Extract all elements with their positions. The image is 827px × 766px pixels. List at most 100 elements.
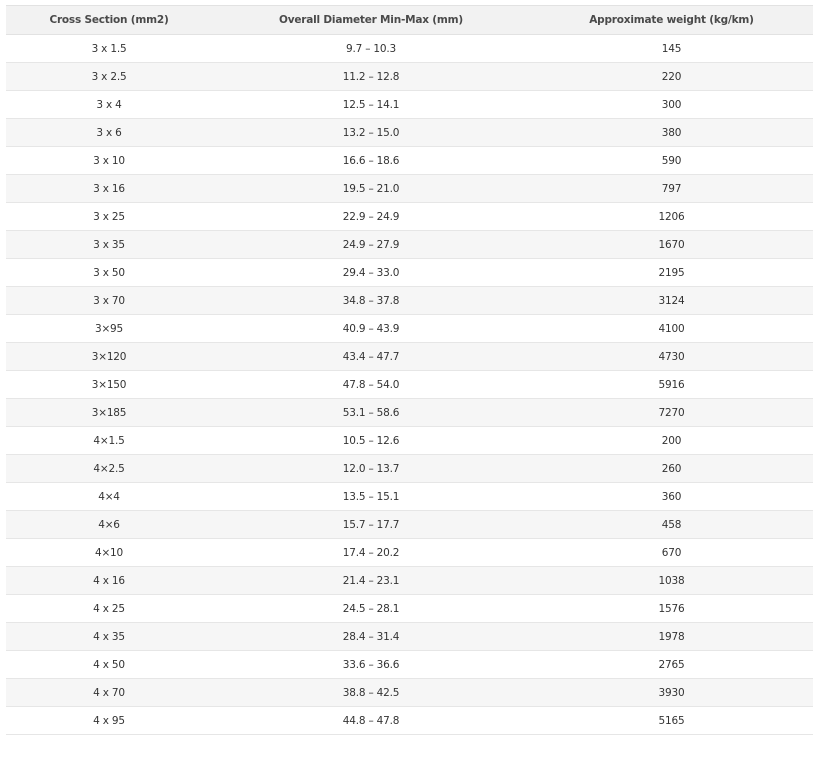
header-approximate-weight: Approximate weight (kg/km): [530, 5, 813, 35]
table-row: 3 x 10 16.6 – 18.6 590: [6, 146, 813, 175]
cross-section-cell: 3 x 2.5: [6, 62, 212, 91]
cross-section-cell: 4×4: [6, 482, 212, 511]
approximate-weight-cell: 1206: [530, 202, 813, 231]
cross-section-cell: 4×2.5: [6, 454, 212, 483]
cross-section-cell: 3×185: [6, 398, 212, 427]
cross-section-cell: 3×95: [6, 314, 212, 343]
cross-section-cell: 3 x 4: [6, 90, 212, 119]
table-row: 4×2.5 12.0 – 13.7 260: [6, 454, 813, 483]
header-overall-diameter: Overall Diameter Min-Max (mm): [212, 5, 530, 35]
approximate-weight-cell: 4100: [530, 314, 813, 343]
overall-diameter-cell: 22.9 – 24.9: [212, 202, 530, 231]
cross-section-cell: 4 x 95: [6, 706, 212, 735]
table-row: 3 x 4 12.5 – 14.1 300: [6, 90, 813, 119]
approximate-weight-cell: 2765: [530, 650, 813, 679]
cable-specs-table: Cross Section (mm2) Overall Diameter Min…: [6, 5, 813, 735]
approximate-weight-cell: 1670: [530, 230, 813, 259]
overall-diameter-cell: 34.8 – 37.8: [212, 286, 530, 315]
overall-diameter-cell: 21.4 – 23.1: [212, 566, 530, 595]
table-row: 3×95 40.9 – 43.9 4100: [6, 314, 813, 343]
cross-section-cell: 4 x 70: [6, 678, 212, 707]
overall-diameter-cell: 33.6 – 36.6: [212, 650, 530, 679]
approximate-weight-cell: 360: [530, 482, 813, 511]
cross-section-cell: 4 x 35: [6, 622, 212, 651]
table-row: 3 x 1.5 9.7 – 10.3 145: [6, 34, 813, 63]
table-row: 3×185 53.1 – 58.6 7270: [6, 398, 813, 427]
approximate-weight-cell: 3930: [530, 678, 813, 707]
overall-diameter-cell: 19.5 – 21.0: [212, 174, 530, 203]
cross-section-cell: 4×10: [6, 538, 212, 567]
approximate-weight-cell: 260: [530, 454, 813, 483]
table-row: 4×1.5 10.5 – 12.6 200: [6, 426, 813, 455]
cross-section-cell: 4 x 16: [6, 566, 212, 595]
approximate-weight-cell: 797: [530, 174, 813, 203]
overall-diameter-cell: 12.0 – 13.7: [212, 454, 530, 483]
approximate-weight-cell: 458: [530, 510, 813, 539]
table-row: 3×150 47.8 – 54.0 5916: [6, 370, 813, 399]
overall-diameter-cell: 13.2 – 15.0: [212, 118, 530, 147]
approximate-weight-cell: 670: [530, 538, 813, 567]
overall-diameter-cell: 47.8 – 54.0: [212, 370, 530, 399]
table-row: 3 x 35 24.9 – 27.9 1670: [6, 230, 813, 259]
approximate-weight-cell: 4730: [530, 342, 813, 371]
overall-diameter-cell: 43.4 – 47.7: [212, 342, 530, 371]
approximate-weight-cell: 7270: [530, 398, 813, 427]
table-row: 4 x 70 38.8 – 42.5 3930: [6, 678, 813, 707]
cross-section-cell: 3×150: [6, 370, 212, 399]
cable-specs-table-container: Cross Section (mm2) Overall Diameter Min…: [6, 5, 813, 735]
table-row: 3 x 6 13.2 – 15.0 380: [6, 118, 813, 147]
approximate-weight-cell: 200: [530, 426, 813, 455]
overall-diameter-cell: 29.4 – 33.0: [212, 258, 530, 287]
cross-section-cell: 3 x 50: [6, 258, 212, 287]
overall-diameter-cell: 9.7 – 10.3: [212, 34, 530, 63]
overall-diameter-cell: 13.5 – 15.1: [212, 482, 530, 511]
table-row: 3×120 43.4 – 47.7 4730: [6, 342, 813, 371]
approximate-weight-cell: 3124: [530, 286, 813, 315]
overall-diameter-cell: 53.1 – 58.6: [212, 398, 530, 427]
overall-diameter-cell: 24.5 – 28.1: [212, 594, 530, 623]
cross-section-cell: 3×120: [6, 342, 212, 371]
cross-section-cell: 3 x 35: [6, 230, 212, 259]
table-row: 3 x 16 19.5 – 21.0 797: [6, 174, 813, 203]
approximate-weight-cell: 590: [530, 146, 813, 175]
cross-section-cell: 3 x 10: [6, 146, 212, 175]
overall-diameter-cell: 44.8 – 47.8: [212, 706, 530, 735]
overall-diameter-cell: 40.9 – 43.9: [212, 314, 530, 343]
table-header: Cross Section (mm2) Overall Diameter Min…: [6, 5, 813, 35]
approximate-weight-cell: 145: [530, 34, 813, 63]
header-row: Cross Section (mm2) Overall Diameter Min…: [6, 5, 813, 35]
cross-section-cell: 3 x 70: [6, 286, 212, 315]
cross-section-cell: 3 x 25: [6, 202, 212, 231]
cross-section-cell: 4×6: [6, 510, 212, 539]
table-row: 4 x 35 28.4 – 31.4 1978: [6, 622, 813, 651]
approximate-weight-cell: 2195: [530, 258, 813, 287]
approximate-weight-cell: 1576: [530, 594, 813, 623]
approximate-weight-cell: 220: [530, 62, 813, 91]
overall-diameter-cell: 12.5 – 14.1: [212, 90, 530, 119]
table-row: 4 x 16 21.4 – 23.1 1038: [6, 566, 813, 595]
table-row: 3 x 50 29.4 – 33.0 2195: [6, 258, 813, 287]
header-cross-section: Cross Section (mm2): [6, 5, 212, 35]
table-row: 4×6 15.7 – 17.7 458: [6, 510, 813, 539]
cross-section-cell: 3 x 1.5: [6, 34, 212, 63]
approximate-weight-cell: 1978: [530, 622, 813, 651]
cross-section-cell: 4 x 25: [6, 594, 212, 623]
approximate-weight-cell: 5916: [530, 370, 813, 399]
table-row: 3 x 2.5 11.2 – 12.8 220: [6, 62, 813, 91]
table-row: 4 x 50 33.6 – 36.6 2765: [6, 650, 813, 679]
approximate-weight-cell: 380: [530, 118, 813, 147]
table-row: 3 x 70 34.8 – 37.8 3124: [6, 286, 813, 315]
table-body: 3 x 1.5 9.7 – 10.3 145 3 x 2.5 11.2 – 12.8 22…: [6, 34, 813, 735]
overall-diameter-cell: 24.9 – 27.9: [212, 230, 530, 259]
table-row: 3 x 25 22.9 – 24.9 1206: [6, 202, 813, 231]
overall-diameter-cell: 11.2 – 12.8: [212, 62, 530, 91]
table-row: 4 x 95 44.8 – 47.8 5165: [6, 706, 813, 735]
overall-diameter-cell: 38.8 – 42.5: [212, 678, 530, 707]
overall-diameter-cell: 15.7 – 17.7: [212, 510, 530, 539]
approximate-weight-cell: 300: [530, 90, 813, 119]
cross-section-cell: 3 x 6: [6, 118, 212, 147]
table-row: 4×10 17.4 – 20.2 670: [6, 538, 813, 567]
approximate-weight-cell: 5165: [530, 706, 813, 735]
overall-diameter-cell: 17.4 – 20.2: [212, 538, 530, 567]
overall-diameter-cell: 16.6 – 18.6: [212, 146, 530, 175]
